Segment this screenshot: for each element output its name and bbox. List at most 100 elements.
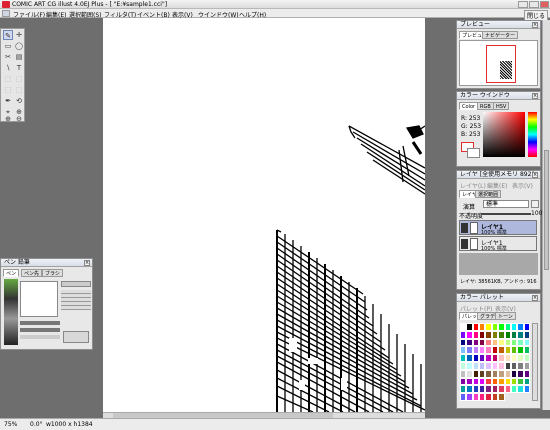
lasso-tool-icon[interactable]: ✂ — [3, 52, 13, 62]
pen-opacity-slider[interactable] — [20, 328, 60, 332]
canvas-size: w1000 x h1384 — [46, 421, 93, 428]
opacity-value: 100 — [531, 210, 543, 217]
palette-panel-title: カラー パレット — [457, 294, 540, 302]
layer-info: 100% 標準 — [481, 230, 507, 236]
select4-tool-icon[interactable]: ⬚ — [14, 85, 24, 95]
palette-swatch[interactable] — [523, 361, 530, 370]
secondary-color-swatch[interactable] — [467, 148, 480, 158]
palette-swatch[interactable] — [523, 346, 530, 355]
preview-panel-title: プレビュー — [457, 21, 540, 29]
tab-brush[interactable]: ブラシ — [42, 269, 63, 277]
color-panel: カラー ウインドウ × Color RGB HSV R: 253 G: 253 … — [456, 91, 541, 167]
palette-swatch[interactable] — [523, 385, 530, 394]
eye-icon[interactable] — [461, 223, 468, 233]
preview-thumbnail[interactable] — [459, 40, 538, 86]
palette-close-icon[interactable]: × — [532, 295, 538, 301]
color-g-value: G: 253 — [461, 123, 482, 130]
close-window-button[interactable] — [540, 1, 549, 8]
palette-swatch[interactable] — [523, 369, 530, 378]
blend-mode-label: 演算 — [463, 204, 476, 211]
layer-options-icon[interactable] — [531, 200, 539, 208]
layer-close-icon[interactable]: × — [532, 172, 538, 178]
ellipse-tool-icon[interactable]: ◯ — [14, 41, 24, 51]
palette-panel: カラー パレット × パレット(P) 表示(V) パレット グラデ トーン — [456, 293, 541, 409]
doc-menu-icon[interactable] — [2, 10, 10, 17]
drawing-canvas[interactable] — [103, 18, 425, 412]
color-b-value: B: 253 — [461, 131, 481, 138]
line-tool-icon[interactable]: ∖ — [3, 63, 13, 73]
pen-list[interactable] — [4, 279, 18, 345]
pen-panel-title: ペン 鉛筆 — [1, 259, 92, 267]
palette-swatch[interactable] — [523, 323, 530, 331]
move-tool-icon[interactable]: ✛ — [14, 30, 24, 40]
layer-thumbnail — [470, 222, 478, 234]
layer-memory-status: レイヤ: 38561KB, アンドゥ: 916 — [460, 279, 537, 285]
palette-scrollbar[interactable] — [532, 323, 538, 401]
eyedropper-tool-icon[interactable]: ✒ — [3, 96, 13, 106]
select-tool-icon[interactable]: ⬚ — [3, 74, 13, 84]
tab-navigator[interactable]: ナビゲーター — [482, 31, 519, 39]
pen-tool-icon[interactable]: ✎ — [3, 30, 13, 40]
color-panel-title: カラー ウインドウ — [457, 92, 540, 100]
palette-swatch[interactable] — [523, 338, 530, 347]
rotation-angle: 0.0° — [30, 421, 43, 428]
palette-swatch[interactable] — [523, 330, 530, 339]
opacity-slider[interactable] — [481, 213, 531, 215]
color-r-value: R: 253 — [461, 115, 481, 122]
palette-swatch[interactable] — [523, 354, 530, 362]
pen-density-slider[interactable] — [20, 335, 60, 339]
preview-panel: プレビュー × プレビュー ナビゲーター — [456, 20, 541, 89]
preview-art — [500, 61, 512, 79]
color-close-icon[interactable]: × — [532, 93, 538, 99]
pen-preview — [20, 281, 58, 317]
tab-tone[interactable]: トーン — [495, 312, 516, 320]
fill-tool-icon[interactable]: ▤ — [14, 52, 24, 62]
tab-pen[interactable]: ペン — [3, 269, 20, 277]
tab-hsv[interactable]: HSV — [493, 102, 510, 110]
pen-panel: ペン 鉛筆 × ペン ペン先 ブラシ — [0, 258, 93, 350]
palette-swatch[interactable] — [498, 393, 505, 401]
layer-row[interactable]: レイヤ1 100% 標準 — [459, 220, 537, 236]
tab-color[interactable]: Color — [459, 102, 479, 110]
toolbox: ✎ ✛ ▭ ◯ ✂ ▤ ∖ T ⬚ ⬚ ⬚ ⬚ ✒ ⟲ ⌖ ⊕ ⊕ ⊖ — [0, 28, 25, 123]
tab-selection[interactable]: 選択範囲 — [475, 190, 502, 198]
palette-swatch[interactable] — [523, 377, 530, 386]
blend-mode-select[interactable]: 標準 — [483, 200, 529, 208]
window-title: COMIC ART CG illust 4.0EJ Plus - [ "E:¥s… — [12, 1, 168, 8]
layer-panel: レイヤ [全使用メモリ 8921 × レイヤ(L) 編集(E) 表示(V) レイ… — [456, 170, 543, 290]
maximize-button[interactable] — [529, 1, 539, 8]
layer-menu-edit[interactable]: 編集(E) — [487, 181, 507, 190]
layer-panel-title: レイヤ [全使用メモリ 8921 — [457, 171, 540, 179]
layer-thumbnail — [470, 238, 478, 250]
select3-tool-icon[interactable]: ⬚ — [3, 85, 13, 95]
pen-panel-close-icon[interactable]: × — [84, 260, 90, 266]
tab-pen-tip[interactable]: ペン先 — [21, 269, 43, 277]
side-panel-scrollbar[interactable] — [542, 20, 550, 410]
minimize-button[interactable] — [518, 1, 528, 8]
opacity-label: 不透明度 — [459, 213, 484, 220]
status-bar: 75% 0.0° w1000 x h1384 — [0, 418, 550, 430]
layer-menu-view[interactable]: 表示(V) — [512, 181, 533, 190]
palette-swatch-grid — [460, 323, 530, 401]
hue-slider[interactable] — [528, 112, 537, 157]
pen-settings-list[interactable] — [61, 290, 91, 310]
saturation-value-picker[interactable] — [483, 112, 525, 157]
zoom-out-icon[interactable]: ⊖ — [14, 116, 24, 123]
layer-row[interactable]: レイヤ1 100% 標準 — [459, 236, 537, 252]
text-tool-icon[interactable]: T — [14, 63, 24, 73]
zoom-level: 75% — [4, 421, 18, 428]
preview-close-icon[interactable]: × — [532, 22, 538, 28]
rotate-tool-icon[interactable]: ⟲ — [14, 96, 24, 106]
select2-tool-icon[interactable]: ⬚ — [14, 74, 24, 84]
zoom-in-icon[interactable]: ⊕ — [3, 116, 13, 123]
layer-info: 100% 標準 — [481, 246, 507, 252]
tab-rgb[interactable]: RGB — [477, 102, 494, 110]
pen-size-slider[interactable] — [20, 321, 60, 325]
title-bar: COMIC ART CG illust 4.0EJ Plus - [ "E:¥s… — [0, 0, 550, 9]
eye-icon[interactable] — [461, 239, 468, 249]
pen-preset-box[interactable] — [63, 331, 89, 343]
pen-option-toggle[interactable] — [61, 281, 91, 287]
layer-menu-layer[interactable]: レイヤ(L) — [460, 181, 486, 190]
rect-tool-icon[interactable]: ▭ — [3, 41, 13, 51]
side-panel-scroll-thumb[interactable] — [544, 150, 549, 270]
